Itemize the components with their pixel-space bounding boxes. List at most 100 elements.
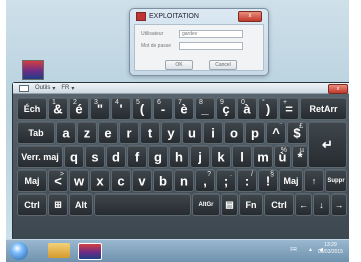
key-c[interactable]: c <box>111 169 131 192</box>
taskbar-clock[interactable]: 13:29 06/03/2015 <box>318 242 343 256</box>
password-label: Mot de passe <box>141 43 172 49</box>
start-button[interactable] <box>10 242 28 260</box>
key-t[interactable]: t <box>140 121 160 144</box>
key-tab[interactable]: Tab <box>17 121 55 144</box>
key-fn[interactable]: Fn <box>239 193 263 216</box>
key-w[interactable]: w <box>69 169 89 192</box>
user-field[interactable]: gardev <box>179 30 243 38</box>
key-z[interactable]: z <box>77 121 97 144</box>
clock-date: 06/03/2015 <box>317 249 343 255</box>
key-x[interactable]: x <box>90 169 110 192</box>
user-label: Utilisateur <box>141 31 164 37</box>
key-0[interactable]: 0à <box>237 97 257 120</box>
key-dollar[interactable]: £ $ <box>287 121 307 144</box>
key-asterisk[interactable]: µ * <box>292 145 308 168</box>
keyboard-icon[interactable] <box>19 84 29 92</box>
key-i[interactable]: i <box>203 121 223 144</box>
key-escape[interactable]: Éch <box>17 97 47 120</box>
key-windows[interactable]: ⊞ <box>48 193 68 216</box>
ok-button[interactable]: OK <box>165 60 193 70</box>
key-enter[interactable]: ↵ <box>308 121 347 168</box>
key-semicolon[interactable]: .; <box>216 169 236 192</box>
key-m[interactable]: m <box>253 145 273 168</box>
app-taskbar-icon[interactable] <box>78 243 102 260</box>
language-indicator[interactable]: FR <box>290 247 297 253</box>
key-space[interactable] <box>94 193 191 216</box>
key-caps-lock[interactable]: Verr. maj <box>17 145 63 168</box>
key-b[interactable]: b <box>153 169 173 192</box>
key-l[interactable]: l <box>232 145 252 168</box>
taskbar: FR ▲ ◀ 13:29 06/03/2015 <box>6 239 349 262</box>
dialog-titlebar: EXPLOITATION x <box>130 9 268 23</box>
key-5[interactable]: 5( <box>132 97 152 120</box>
windows-logo-icon: ⊞ <box>54 199 62 209</box>
key-f[interactable]: f <box>127 145 147 168</box>
key-y[interactable]: y <box>161 121 181 144</box>
key-v[interactable]: v <box>132 169 152 192</box>
on-screen-keyboard: Outils ▾ FR ▾ x Éch 1 & 2é 3 " 4 ' 5( 6- 7è… <box>12 82 349 241</box>
key-less-than[interactable]: > < <box>48 169 68 192</box>
key-ctrl-left[interactable]: Ctrl <box>17 193 47 216</box>
tools-label: Outils <box>35 85 51 91</box>
key-o[interactable]: o <box>224 121 244 144</box>
key-parenthesis[interactable]: °) <box>258 97 278 120</box>
key-ctrl-right[interactable]: Ctrl <box>264 193 294 216</box>
key-alt[interactable]: Alt <box>69 193 93 216</box>
key-1[interactable]: 1 & <box>48 97 68 120</box>
key-arrow-down[interactable]: ↓ <box>313 193 330 216</box>
key-q[interactable]: q <box>64 145 84 168</box>
key-p[interactable]: p <box>245 121 265 144</box>
key-caret[interactable]: ¨ ^ <box>266 121 286 144</box>
key-n[interactable]: n <box>174 169 194 192</box>
key-e[interactable]: e <box>98 121 118 144</box>
key-arrow-left[interactable]: ← <box>295 193 312 216</box>
key-9[interactable]: 9ç <box>216 97 236 120</box>
app-icon <box>136 11 146 21</box>
dialog-title: EXPLOITATION <box>149 12 199 20</box>
key-j[interactable]: j <box>190 145 210 168</box>
key-backspace[interactable]: RetArr <box>300 97 347 120</box>
key-comma[interactable]: ?, <box>195 169 215 192</box>
key-3[interactable]: 3 " <box>90 97 110 120</box>
key-u-grave[interactable]: % ù <box>274 145 291 168</box>
key-u[interactable]: u <box>182 121 202 144</box>
language-menu[interactable]: FR ▾ <box>61 85 74 92</box>
key-menu[interactable]: ▤ <box>221 193 238 216</box>
explorer-taskbar-icon[interactable] <box>48 243 70 258</box>
key-d[interactable]: d <box>106 145 126 168</box>
key-r[interactable]: r <box>119 121 139 144</box>
arrow-left-icon: ← <box>299 199 308 210</box>
key-delete[interactable]: Suppr <box>325 169 347 192</box>
key-exclamation[interactable]: §! <box>258 169 278 192</box>
key-arrow-right[interactable]: → <box>331 193 347 216</box>
cancel-button[interactable]: Cancel <box>209 60 237 70</box>
key-shift-left[interactable]: Maj <box>17 169 47 192</box>
login-dialog: EXPLOITATION x Utilisateur gardev Mot de… <box>129 8 269 76</box>
key-arrow-up[interactable]: ↑ <box>304 169 324 192</box>
desktop-app-icon[interactable] <box>22 60 44 80</box>
arrow-down-icon: ↓ <box>319 199 324 210</box>
key-equals[interactable]: + = <box>279 97 299 120</box>
key-shift-right[interactable]: Maj <box>279 169 303 192</box>
key-h[interactable]: h <box>169 145 189 168</box>
key-s[interactable]: s <box>85 145 105 168</box>
key-colon[interactable]: /: <box>237 169 257 192</box>
key-2[interactable]: 2é <box>69 97 89 120</box>
key-k[interactable]: k <box>211 145 231 168</box>
key-a[interactable]: a <box>56 121 76 144</box>
key-altgr[interactable]: AltGr <box>192 193 220 216</box>
key-g[interactable]: g <box>148 145 168 168</box>
desktop-screen: EXPLOITATION x Utilisateur gardev Mot de… <box>6 0 349 262</box>
dialog-close-button[interactable]: x <box>238 11 262 22</box>
password-field[interactable] <box>179 42 243 50</box>
chevron-down-icon: ▾ <box>71 85 75 92</box>
network-icon[interactable]: ▲ <box>308 247 313 253</box>
key-8[interactable]: 8 _ <box>195 97 215 120</box>
keyboard-close-button[interactable]: x <box>328 84 348 94</box>
keyboard-toolbar: Outils ▾ FR ▾ x <box>13 83 349 94</box>
arrow-up-icon: ↑ <box>311 175 317 186</box>
tools-menu[interactable]: Outils ▾ <box>35 85 55 92</box>
key-7[interactable]: 7è <box>174 97 194 120</box>
key-4[interactable]: 4 ' <box>111 97 131 120</box>
key-6[interactable]: 6- <box>153 97 173 120</box>
